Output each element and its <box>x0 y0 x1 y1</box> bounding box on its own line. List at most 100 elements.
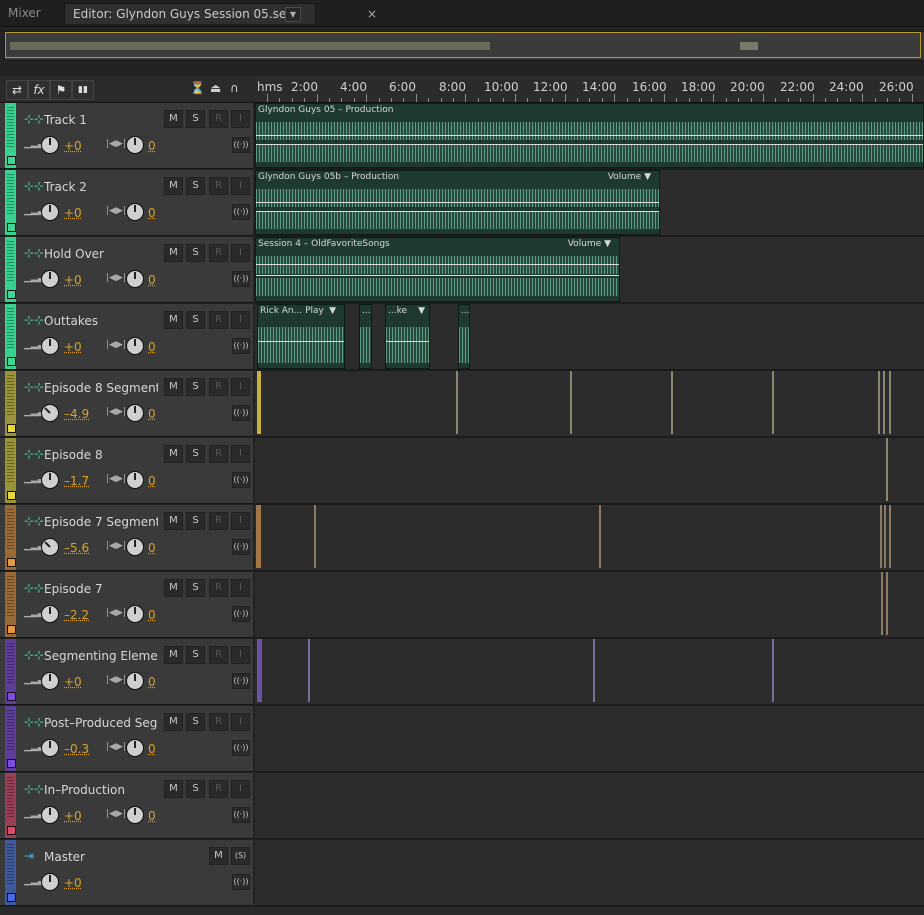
input-button[interactable]: I <box>231 713 250 731</box>
pan-envelope[interactable] <box>256 144 923 145</box>
clip-marker[interactable] <box>878 371 880 434</box>
track-lane[interactable] <box>255 371 924 438</box>
track-row[interactable]: ⊹⊹ Post–Produced Segm M S R I ▁▂▃▅ –0.3 … <box>0 706 924 773</box>
volume-knob[interactable] <box>41 404 59 422</box>
track-header[interactable]: ⊹⊹ In–Production M S R I ▁▂▃▅ +0 |◀▶| 0 … <box>0 773 253 839</box>
output-icon[interactable]: ((·)) <box>232 539 250 555</box>
pan-value[interactable]: 0 <box>148 340 156 354</box>
switch-icon[interactable]: ⇄ <box>6 80 28 100</box>
clip-volume-menu[interactable]: Volume ▼ <box>568 239 611 249</box>
track-name[interactable]: Episode 8 Segmentin <box>44 381 158 395</box>
solo-button[interactable]: S <box>186 311 205 329</box>
audio-clip[interactable]: ... <box>359 304 372 369</box>
volume-envelope[interactable] <box>256 202 659 203</box>
track-header[interactable]: ⊹⊹ Outtakes M S R I ▁▂▃▅ +0 |◀▶| 0 ((·)) <box>0 304 253 370</box>
mute-button[interactable]: M <box>164 579 183 597</box>
output-icon[interactable]: ((·)) <box>232 472 250 488</box>
input-button[interactable]: I <box>231 244 250 262</box>
mute-button[interactable]: M <box>164 378 183 396</box>
track-header[interactable]: ⊹⊹ Track 2 M S R I ▁▂▃▅ +0 |◀▶| 0 ((·)) <box>0 170 253 236</box>
pan-knob[interactable] <box>126 605 144 623</box>
input-button[interactable]: I <box>231 110 250 128</box>
track-color-strip[interactable] <box>5 170 16 235</box>
record-button[interactable]: R <box>209 512 228 530</box>
input-button[interactable]: I <box>231 780 250 798</box>
pan-knob[interactable] <box>126 136 144 154</box>
mute-button[interactable]: M <box>164 177 183 195</box>
clip-marker[interactable] <box>308 639 310 702</box>
clip-marker[interactable] <box>456 371 458 434</box>
track-color-strip[interactable] <box>5 572 16 637</box>
fx-icon[interactable]: fx <box>28 80 50 100</box>
record-button[interactable]: R <box>209 780 228 798</box>
audio-clip[interactable]: ... <box>458 304 470 369</box>
output-icon[interactable]: ((·)) <box>232 338 250 354</box>
solo-button[interactable]: S <box>186 110 205 128</box>
output-icon[interactable]: ((·)) <box>232 807 250 823</box>
sends-icon[interactable]: ⚑ <box>50 80 72 100</box>
output-icon[interactable]: ((·)) <box>232 740 250 756</box>
record-arm-icon[interactable]: ⏏ <box>210 81 221 95</box>
input-button[interactable]: I <box>231 311 250 329</box>
track-color-strip[interactable] <box>5 505 16 570</box>
track-row[interactable]: ⊹⊹ In–Production M S R I ▁▂▃▅ +0 |◀▶| 0 … <box>0 773 924 840</box>
track-lane[interactable] <box>255 572 924 639</box>
grip-icon[interactable] <box>7 174 14 214</box>
volume-value[interactable]: +0 <box>64 139 82 153</box>
output-icon[interactable]: ((·)) <box>232 673 250 689</box>
pan-knob[interactable] <box>126 337 144 355</box>
grip-icon[interactable] <box>7 375 14 415</box>
track-lane[interactable]: Glyndon Guys 05 – Production <box>255 103 924 170</box>
track-name[interactable]: Episode 7 Segmentin <box>44 515 158 529</box>
volume-value[interactable]: –4.9 <box>64 407 89 421</box>
overview-bar[interactable] <box>4 31 924 61</box>
track-lane[interactable]: Glyndon Guys 05b – Production Volume ▼ <box>255 170 924 237</box>
track-color-square[interactable] <box>7 759 16 768</box>
track-color-strip[interactable] <box>5 773 16 838</box>
clip-marker[interactable] <box>883 371 885 434</box>
track-color-square[interactable] <box>7 156 16 165</box>
output-icon[interactable]: ((·)) <box>232 137 250 153</box>
volume-knob[interactable] <box>41 538 59 556</box>
pan-value[interactable]: 0 <box>148 608 156 622</box>
pan-envelope[interactable] <box>256 211 659 212</box>
track-color-strip[interactable] <box>5 840 16 905</box>
grip-icon[interactable] <box>7 509 14 549</box>
grip-icon[interactable] <box>7 643 14 683</box>
grip-icon[interactable] <box>7 710 14 750</box>
record-button[interactable]: R <box>209 646 228 664</box>
track-row[interactable]: ⊹⊹ Track 1 M S R I ▁▂▃▅ +0 |◀▶| 0 ((·)) … <box>0 103 924 170</box>
volume-value[interactable]: +0 <box>64 876 82 890</box>
pan-knob[interactable] <box>126 672 144 690</box>
record-button[interactable]: R <box>209 110 228 128</box>
solo-safe-icon[interactable]: (S) <box>231 847 250 865</box>
track-color-strip[interactable] <box>5 706 16 771</box>
tab-editor[interactable]: Editor: Glyndon Guys Session 05.sesx ▼ × <box>64 3 377 24</box>
clip-marker[interactable] <box>314 505 316 568</box>
track-color-square[interactable] <box>7 290 16 299</box>
grip-icon[interactable] <box>7 844 14 884</box>
solo-button[interactable]: S <box>186 177 205 195</box>
output-icon[interactable]: ((·)) <box>232 606 250 622</box>
audio-clip[interactable]: Glyndon Guys 05 – Production <box>255 103 924 168</box>
track-lane[interactable] <box>255 639 924 706</box>
volume-knob[interactable] <box>41 471 59 489</box>
input-button[interactable]: I <box>231 579 250 597</box>
track-row[interactable]: ⊹⊹ Episode 7 Segmentin M S R I ▁▂▃▅ –5.6… <box>0 505 924 572</box>
pan-value[interactable]: 0 <box>148 809 156 823</box>
volume-knob[interactable] <box>41 873 59 891</box>
track-header[interactable]: ⊹⊹ Episode 7 M S R I ▁▂▃▅ –2.2 |◀▶| 0 ((… <box>0 572 253 638</box>
pan-knob[interactable] <box>126 538 144 556</box>
track-header[interactable]: ⊹⊹ Segmenting Elements M S R I ▁▂▃▅ +0 |… <box>0 639 253 705</box>
track-header[interactable]: ⊹⊹ Episode 8 Segmentin M S R I ▁▂▃▅ –4.9… <box>0 371 253 437</box>
track-lane[interactable] <box>255 840 924 907</box>
volume-knob[interactable] <box>41 337 59 355</box>
volume-knob[interactable] <box>41 672 59 690</box>
pan-value[interactable]: 0 <box>148 139 156 153</box>
track-name[interactable]: Segmenting Elements <box>44 649 158 663</box>
clip-marker[interactable] <box>881 572 883 635</box>
clip-marker[interactable] <box>886 438 888 501</box>
volume-envelope[interactable] <box>386 341 429 342</box>
solo-button[interactable]: S <box>186 512 205 530</box>
volume-value[interactable]: +0 <box>64 809 82 823</box>
